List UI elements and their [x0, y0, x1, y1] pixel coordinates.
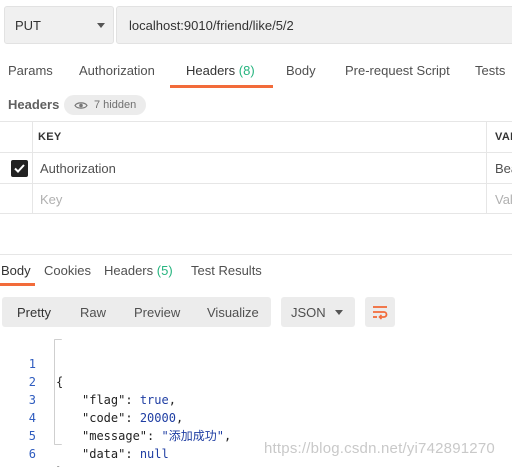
- row-key[interactable]: Authorization: [40, 153, 116, 183]
- empty-row-check-cell: [0, 184, 33, 214]
- language-label: JSON: [291, 304, 326, 320]
- table-row-empty: Key Val: [0, 183, 512, 214]
- pretty-button[interactable]: Pretty: [17, 297, 51, 327]
- code-line: 2 "flag": true,: [0, 355, 512, 407]
- row-check-cell: [0, 153, 33, 183]
- tab-tests[interactable]: Tests: [475, 60, 505, 88]
- headers-section-title: Headers: [8, 97, 60, 112]
- eye-icon: [74, 101, 88, 109]
- method-select[interactable]: PUT: [4, 6, 114, 44]
- language-select[interactable]: JSON: [281, 297, 355, 327]
- response-tab-body[interactable]: Body: [0, 263, 35, 287]
- response-body-code: 1 { 2 "flag": true, 3 "code": 20000, 4 "…: [0, 337, 512, 467]
- request-tabs: Params Authorization Headers (8) Body Pr…: [0, 60, 512, 88]
- preview-button[interactable]: Preview: [134, 297, 180, 327]
- wrap-lines-button[interactable]: [365, 297, 395, 327]
- headers-table: KEY VAL Authorization Bea Key Val: [0, 121, 512, 214]
- response-divider: [0, 254, 512, 255]
- hidden-headers-label: 7 hidden: [94, 99, 137, 111]
- postman-window: PUT localhost:9010/friend/like/5/2 Param…: [0, 0, 512, 467]
- hidden-headers-toggle[interactable]: 7 hidden: [64, 95, 147, 115]
- new-value-input[interactable]: Val: [486, 184, 512, 214]
- line-number: 6: [28, 447, 36, 461]
- tab-headers[interactable]: Headers (8): [170, 60, 273, 88]
- chevron-down-icon: [335, 310, 343, 315]
- code-line: 1 {: [0, 337, 512, 389]
- code-line: 3 "code": 20000,: [0, 373, 512, 425]
- table-row: Authorization Bea: [0, 152, 512, 183]
- tab-authorization[interactable]: Authorization: [79, 60, 155, 88]
- tab-pre-request-script[interactable]: Pre-request Script: [345, 60, 450, 88]
- url-text: localhost:9010/friend/like/5/2: [129, 17, 294, 33]
- method-label: PUT: [15, 17, 41, 33]
- tab-params[interactable]: Params: [8, 60, 53, 88]
- code-line: 4 "message": "添加成功",: [0, 391, 512, 443]
- column-header-key: KEY: [38, 131, 62, 143]
- chevron-down-icon: [97, 23, 105, 28]
- wrap-lines-icon: [373, 306, 388, 320]
- response-tab-headers[interactable]: Headers (5): [104, 263, 173, 287]
- headers-count: (8): [238, 63, 255, 78]
- response-tab-cookies[interactable]: Cookies: [44, 263, 91, 287]
- checkmark-icon: [14, 164, 25, 173]
- response-tab-test-results[interactable]: Test Results: [191, 263, 262, 287]
- url-input[interactable]: localhost:9010/friend/like/5/2: [116, 6, 512, 44]
- table-header-row: KEY VAL: [0, 121, 512, 152]
- row-checkbox[interactable]: [11, 160, 28, 177]
- table-header-check-cell: [0, 122, 33, 152]
- new-key-input[interactable]: Key: [40, 184, 62, 214]
- table-bottom-divider: [0, 213, 512, 214]
- view-mode-group: Pretty Raw Preview Visualize: [2, 297, 271, 327]
- row-value[interactable]: Bea: [486, 153, 512, 183]
- code-line: 5 "data": null: [0, 409, 512, 461]
- column-header-value: VAL: [486, 122, 512, 152]
- raw-button[interactable]: Raw: [80, 297, 106, 327]
- tab-body[interactable]: Body: [286, 60, 316, 88]
- watermark-text: https://blog.csdn.net/yi742891270: [264, 440, 495, 457]
- visualize-button[interactable]: Visualize: [207, 297, 259, 327]
- response-headers-count: (5): [156, 263, 173, 278]
